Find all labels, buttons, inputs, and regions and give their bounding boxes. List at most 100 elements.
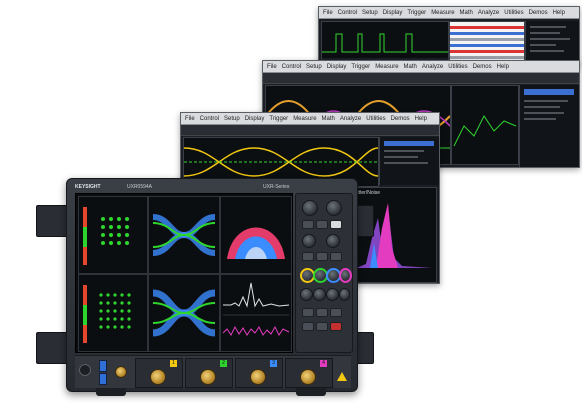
constellation-tile-2[interactable]: [78, 274, 148, 352]
warning-icon: [337, 372, 347, 381]
menu-item-demos[interactable]: Demos: [473, 64, 492, 70]
menu-item-display[interactable]: Display: [383, 10, 403, 16]
single-button[interactable]: [316, 220, 328, 229]
oscilloscope: KEYSIGHT UXR0594A UXR-Series 1 2 3 4: [66, 178, 358, 392]
spectrum-plot: [227, 227, 285, 259]
toolbar: [263, 73, 579, 84]
constellation-plot: [83, 207, 129, 265]
touch-button[interactable]: [316, 322, 328, 331]
trend-panel: [451, 85, 519, 165]
menu-item-measure[interactable]: Measure: [431, 10, 454, 16]
ch3-input-connector[interactable]: [250, 369, 266, 385]
eye-plot-2: [152, 289, 216, 337]
horizontal-knob[interactable]: [302, 200, 318, 216]
spectrum-noise-tile[interactable]: [220, 274, 292, 352]
menu-item-control[interactable]: Control: [282, 64, 301, 70]
math-button[interactable]: [302, 308, 314, 317]
ch2-label: 2: [220, 360, 227, 367]
side-list: [530, 26, 570, 52]
menu-item-utilities[interactable]: Utilities: [448, 64, 467, 70]
menu-bar: File Control Setup Display Trigger Measure Mat…: [263, 61, 579, 73]
menu-item-display[interactable]: Display: [327, 64, 347, 70]
save-button[interactable]: [330, 308, 342, 317]
menu-item-control[interactable]: Control: [338, 10, 357, 16]
ch1-label: 1: [170, 360, 177, 367]
screenshot-back: File Control Setup Display Trigger Measure Mat…: [318, 6, 580, 66]
ch4-input-bay: 4: [285, 358, 333, 388]
menu-bar: File Control Setup Display Trigger Measure Mat…: [181, 113, 439, 125]
side-list: [384, 141, 434, 164]
digital-waveform: [322, 33, 448, 60]
menu-item-math[interactable]: Math: [460, 10, 473, 16]
menu-item-utilities[interactable]: Utilities: [366, 116, 385, 122]
menu-item-trigger[interactable]: Trigger: [407, 10, 426, 16]
eye-tile[interactable]: [148, 196, 220, 274]
trigger-knob[interactable]: [302, 234, 316, 248]
constellation-tile[interactable]: [78, 196, 148, 274]
menu-item-measure[interactable]: Measure: [375, 64, 398, 70]
auto-button[interactable]: [330, 220, 342, 229]
brand-logo: KEYSIGHT: [75, 184, 101, 190]
function-button-1[interactable]: [302, 252, 314, 261]
menu-item-demos[interactable]: Demos: [529, 10, 548, 16]
menu-item-display[interactable]: Display: [245, 116, 265, 122]
left-handle-top: [36, 205, 70, 237]
menu-item-trigger[interactable]: Trigger: [351, 64, 370, 70]
ch4-offset-knob[interactable]: [339, 288, 350, 301]
measure-button[interactable]: [316, 308, 328, 317]
menu-item-utilities[interactable]: Utilities: [504, 10, 523, 16]
power-button[interactable]: [79, 364, 91, 376]
default-setup-button[interactable]: [302, 322, 314, 331]
ch3-input-bay: 3: [235, 358, 283, 388]
ch1-offset-knob[interactable]: [300, 288, 313, 301]
front-io-strip: 1 2 3 4: [75, 355, 351, 388]
run-stop-button[interactable]: [302, 220, 314, 229]
menu-item-measure[interactable]: Measure: [293, 116, 316, 122]
menu-item-math[interactable]: Math: [404, 64, 417, 70]
ch1-input-connector[interactable]: [150, 369, 166, 385]
menu-item-analyze[interactable]: Analyze: [340, 116, 361, 122]
menu-item-file[interactable]: File: [185, 116, 195, 122]
usb-port-2[interactable]: [99, 373, 107, 385]
function-button-2[interactable]: [316, 252, 328, 261]
ch3-label: 3: [270, 360, 277, 367]
menu-item-file[interactable]: File: [323, 10, 333, 16]
position-knob[interactable]: [326, 200, 342, 216]
clear-display-button[interactable]: [330, 322, 342, 331]
spectrum-tile[interactable]: [220, 196, 292, 274]
menu-item-file[interactable]: File: [267, 64, 277, 70]
aux-port[interactable]: [115, 366, 127, 378]
trend-chart: [453, 115, 517, 147]
menu-item-setup[interactable]: Setup: [362, 10, 378, 16]
menu-item-setup[interactable]: Setup: [306, 64, 322, 70]
menu-item-trigger[interactable]: Trigger: [269, 116, 288, 122]
usb-port-1[interactable]: [99, 360, 107, 372]
menu-item-help[interactable]: Help: [497, 64, 509, 70]
side-panel: [525, 21, 579, 65]
eye-plot: [152, 214, 216, 256]
decode-table: [449, 21, 525, 65]
left-handle-bottom: [36, 332, 70, 364]
ch4-scale-knob[interactable]: [339, 268, 352, 283]
control-panel: [295, 193, 353, 353]
function-button-3[interactable]: [330, 252, 342, 261]
side-panel: [519, 85, 579, 167]
panel-title: Jitter/Noise: [355, 190, 381, 196]
ch2-offset-knob[interactable]: [313, 288, 326, 301]
menu-item-analyze[interactable]: Analyze: [478, 10, 499, 16]
series-label: UXR-Series: [263, 184, 290, 190]
ch4-input-connector[interactable]: [300, 369, 316, 385]
foot-left: [96, 388, 126, 396]
menu-item-analyze[interactable]: Analyze: [422, 64, 443, 70]
touch-display[interactable]: [75, 193, 293, 353]
marker-knob[interactable]: [326, 234, 340, 248]
menu-item-setup[interactable]: Setup: [224, 116, 240, 122]
menu-item-demos[interactable]: Demos: [391, 116, 410, 122]
menu-item-help[interactable]: Help: [415, 116, 427, 122]
eye-tile-2[interactable]: [148, 274, 220, 352]
menu-item-control[interactable]: Control: [200, 116, 219, 122]
ch2-input-connector[interactable]: [200, 369, 216, 385]
ch3-offset-knob[interactable]: [326, 288, 339, 301]
menu-item-math[interactable]: Math: [322, 116, 335, 122]
menu-item-help[interactable]: Help: [553, 10, 565, 16]
